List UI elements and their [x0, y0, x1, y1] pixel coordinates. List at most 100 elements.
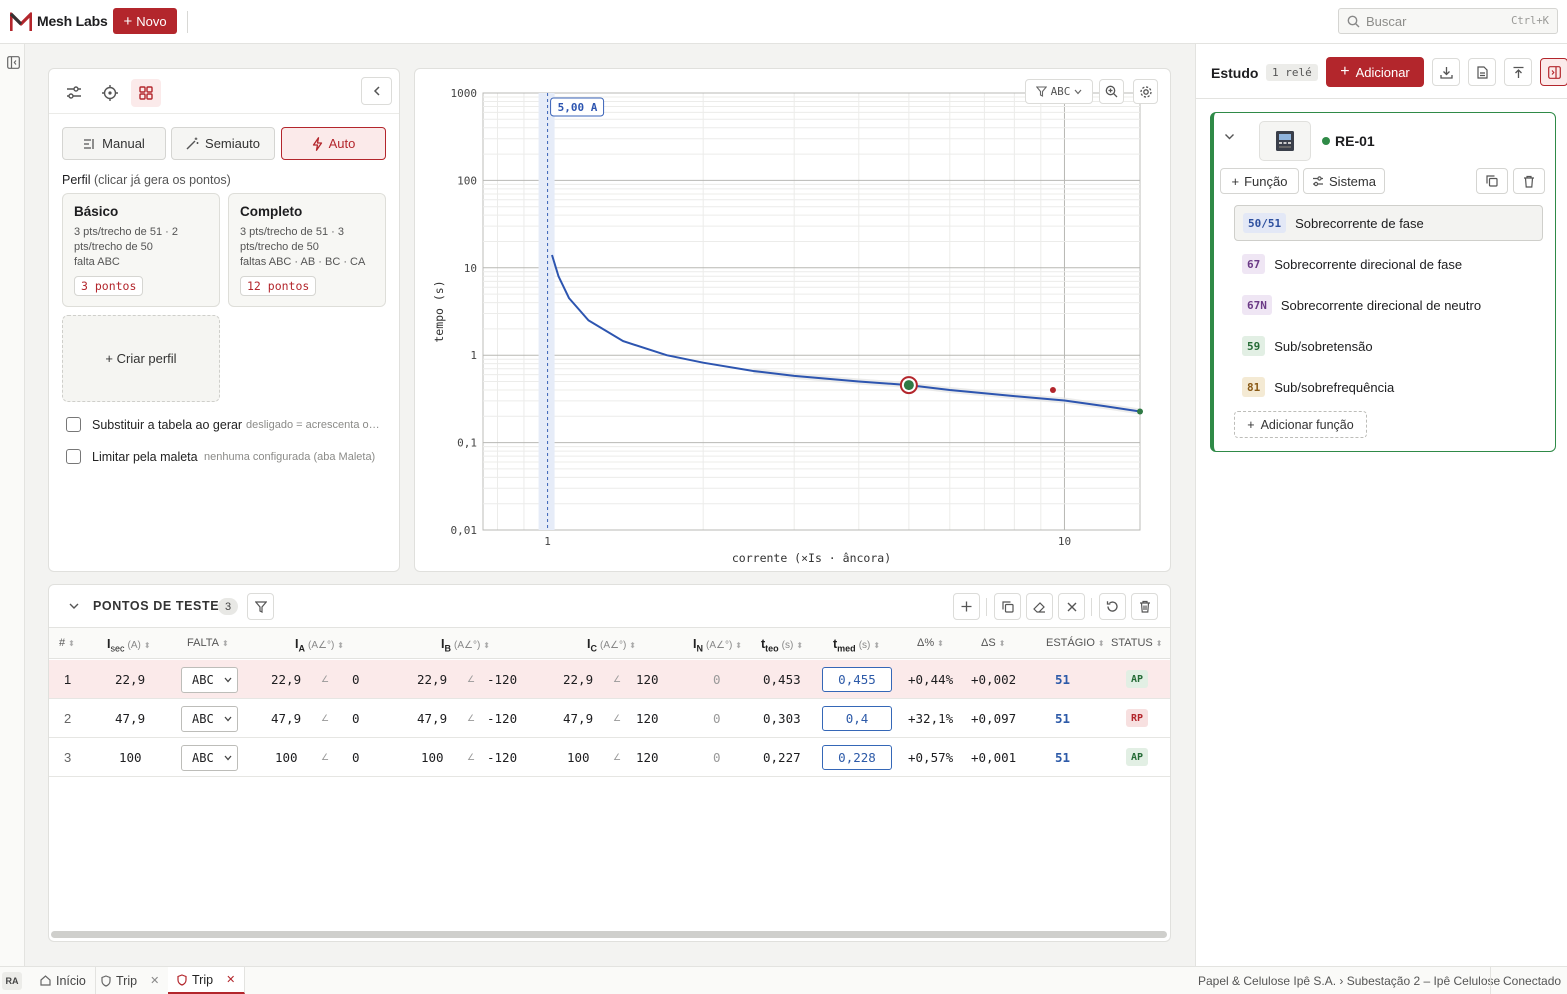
tab-inicio[interactable]: Início [31, 967, 96, 994]
fault-filter-button[interactable]: ABC [1025, 79, 1093, 104]
horizontal-scrollbar[interactable] [51, 931, 1167, 938]
y-tick-label: 0,1 [457, 437, 477, 450]
cell-ic: 47,9 [563, 711, 594, 726]
add-point-button[interactable] [953, 593, 980, 620]
add-function-label: Adicionar função [1260, 417, 1354, 432]
study-panel: Estudo 1 relé + Adicionar RE-01 + Função S… [1195, 44, 1567, 966]
function-name: Sub/sobrefrequência [1274, 379, 1395, 395]
col-header-tteo[interactable]: tteo (s) ⬍ [761, 637, 803, 654]
col-header-dpct[interactable]: Δ% ⬍ [917, 637, 944, 649]
function-item[interactable]: 67 Sobrecorrente direcional de fase [1234, 246, 1543, 282]
col-header-ds[interactable]: ΔS ⬍ [981, 637, 1005, 649]
delete-relay-button[interactable] [1513, 168, 1545, 194]
function-item[interactable]: 67N Sobrecorrente direcional de neutro [1234, 287, 1543, 323]
col-header-isec[interactable]: Isec (A) ⬍ [107, 637, 151, 654]
trash-icon [1139, 600, 1150, 613]
toggle-panel-button[interactable] [1540, 58, 1567, 86]
fault-select[interactable]: ABC [181, 745, 238, 771]
table-row[interactable]: 3 100 ABC 100 ∠ 0 100 ∠ -120 100 ∠ 120 0 0,227… [49, 738, 1170, 777]
col-header-tmed[interactable]: tmed (s) ⬍ [833, 637, 880, 654]
system-button[interactable]: Sistema [1303, 168, 1385, 194]
function-code-badge: 59 [1242, 336, 1266, 356]
mode-auto-button[interactable]: Auto [281, 127, 386, 160]
col-header-ib[interactable]: IB (A∠°) ⬍ [441, 637, 490, 654]
tmed-input[interactable]: 0,4 [822, 706, 892, 731]
profile-desc-line: pts/trecho de 50 [74, 241, 153, 253]
refresh-icon [1106, 601, 1118, 612]
fault-select[interactable]: ABC [181, 667, 238, 693]
col-header-status[interactable]: STATUS ⬍ [1111, 637, 1162, 649]
top-bar: Mesh Labs + Novo Buscar Ctrl+K [0, 0, 1567, 44]
chart-settings-button[interactable] [1133, 79, 1158, 104]
new-button[interactable]: + Novo [113, 8, 177, 34]
user-avatar[interactable]: RA [2, 972, 22, 990]
sidebar-toggle-icon[interactable] [7, 56, 20, 69]
target-tab[interactable] [95, 79, 125, 107]
profile-card-basico[interactable]: Básico 3 pts/trecho de 51 · 2 pts/trecho… [62, 193, 220, 307]
reset-button[interactable] [1099, 593, 1126, 620]
profile-title: Perfil [62, 173, 91, 187]
chevron-down-icon[interactable] [1224, 133, 1235, 141]
table-row[interactable]: 2 47,9 ABC 47,9 ∠ 0 47,9 ∠ -120 47,9 ∠ 120 0 0… [49, 699, 1170, 738]
edit-point-button[interactable] [1026, 593, 1053, 620]
pickup-label-group: 5,00 A [550, 97, 605, 117]
close-icon[interactable]: ✕ [150, 974, 159, 987]
close-icon[interactable]: ✕ [226, 973, 235, 986]
limit-maleta-checkbox[interactable] [66, 449, 81, 464]
filter-button[interactable] [247, 593, 274, 620]
function-item[interactable]: 50/51 Sobrecorrente de fase [1234, 205, 1543, 241]
search-input[interactable]: Buscar Ctrl+K [1338, 8, 1558, 34]
fault-select[interactable]: ABC [181, 706, 238, 732]
create-profile-button[interactable]: + Criar perfil [62, 315, 220, 402]
pickup-band [538, 93, 555, 530]
add-function-link[interactable]: + Adicionar função [1234, 411, 1367, 438]
function-item[interactable]: 59 Sub/sobretensão [1234, 328, 1543, 364]
col-header-in[interactable]: IN (A∠°) ⬍ [693, 637, 742, 654]
upload-icon [1513, 66, 1523, 78]
chevron-down-icon[interactable] [69, 603, 79, 610]
grid-tab[interactable] [131, 79, 161, 107]
profile-points-badge: 12 pontos [240, 276, 317, 296]
col-header-estagio[interactable]: ESTÁGIO ⬍ [1046, 637, 1105, 649]
function-code-badge: 50/51 [1243, 213, 1287, 233]
col-header-falta[interactable]: FALTA ⬍ [187, 637, 229, 649]
add-function-button[interactable]: + Função [1220, 168, 1299, 194]
copy-icon [1486, 175, 1498, 187]
col-header-ic[interactable]: IC (A∠°) ⬍ [587, 637, 636, 654]
replace-table-checkbox[interactable] [66, 417, 81, 432]
upload-button[interactable] [1504, 58, 1532, 86]
relay-count-badge: 1 relé [1266, 64, 1318, 81]
tab-trip-active[interactable]: Trip ✕ [168, 967, 246, 994]
function-item[interactable]: 81 Sub/sobrefrequência [1234, 369, 1543, 405]
collapse-panel-button[interactable] [361, 77, 392, 105]
test-point [1049, 386, 1056, 393]
profile-card-completo[interactable]: Completo 3 pts/trecho de 51 · 3 pts/trec… [228, 193, 386, 307]
duplicate-relay-button[interactable] [1476, 168, 1508, 194]
cell-ds: +0,002 [971, 672, 1017, 687]
table-row[interactable]: 1 22,9 ABC 22,9 ∠ 0 22,9 ∠ -120 22,9 ∠ 120 0 0… [49, 660, 1170, 699]
download-button[interactable] [1432, 58, 1460, 86]
tmed-input[interactable]: 0,455 [822, 667, 892, 692]
cell-isec: 47,9 [115, 711, 146, 726]
function-name: Sobrecorrente direcional de fase [1274, 256, 1463, 272]
function-code-badge: 67N [1242, 295, 1272, 315]
chart-canvas[interactable]: 0,01 0,1 1 10 100 1000 1 10 5,00 A corrente (×I… [415, 69, 1170, 571]
col-header-num[interactable]: # ⬍ [59, 637, 75, 649]
sliders-tab[interactable] [59, 79, 89, 107]
add-relay-button[interactable]: + Adicionar [1326, 57, 1424, 87]
cell-in: 0 [713, 750, 721, 765]
zoom-in-icon [1105, 85, 1118, 98]
mode-semiauto-button[interactable]: Semiauto [171, 127, 275, 160]
tmed-input[interactable]: 0,228 [822, 745, 892, 770]
plus-icon: + [1340, 63, 1350, 80]
col-header-ia[interactable]: IA (A∠°) ⬍ [295, 637, 344, 654]
report-button[interactable] [1468, 58, 1496, 86]
duplicate-point-button[interactable] [994, 593, 1021, 620]
zoom-button[interactable] [1099, 79, 1124, 104]
tab-trip[interactable]: Trip ✕ [92, 967, 170, 994]
delete-all-button[interactable] [1131, 593, 1158, 620]
relay-card: RE-01 + Função Sistema 50/51 Sobrecorrente… [1210, 112, 1556, 452]
cell-dpct: +0,57% [908, 750, 954, 765]
mode-manual-button[interactable]: Manual [62, 127, 166, 160]
clear-point-button[interactable] [1058, 593, 1085, 620]
